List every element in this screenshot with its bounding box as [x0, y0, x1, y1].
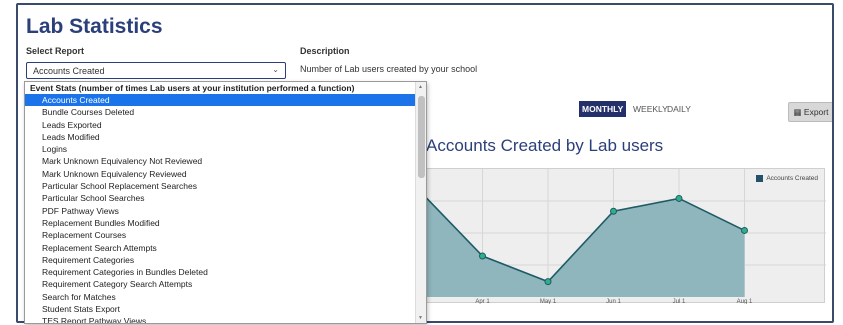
export-button[interactable]: ▦ Export — [788, 102, 832, 122]
dropdown-group-label: Event Stats (number of times Lab users a… — [30, 83, 355, 93]
x-tick-label: Jul 1 — [673, 299, 686, 304]
select-report-label: Select Report — [26, 46, 85, 56]
dropdown-option[interactable]: Requirement Category Search Attempts — [25, 278, 415, 290]
report-dropdown-list[interactable]: Event Stats (number of times Lab users a… — [24, 81, 427, 324]
description-label: Description — [300, 46, 350, 56]
dropdown-option[interactable]: Mark Unknown Equivalency Reviewed — [25, 168, 415, 180]
dropdown-option[interactable]: TES Report Pathway Views — [25, 315, 415, 323]
dropdown-option[interactable]: Replacement Courses — [25, 229, 415, 241]
daily-toggle[interactable]: DAILY — [664, 101, 694, 117]
page-title: Lab Statistics — [26, 15, 163, 38]
monthly-toggle[interactable]: MONTHLY — [579, 101, 627, 117]
data-point[interactable] — [479, 252, 486, 260]
dropdown-option[interactable]: Accounts Created — [25, 94, 415, 107]
dropdown-option[interactable]: Replacement Search Attempts — [25, 242, 415, 254]
legend-swatch — [756, 175, 764, 182]
chart-legend: Accounts Created — [756, 175, 818, 182]
dropdown-option[interactable]: Leads Exported — [25, 119, 415, 131]
scroll-down-icon[interactable]: ▼ — [418, 315, 423, 321]
data-point[interactable] — [675, 194, 683, 202]
dropdown-option[interactable]: Bundle Courses Deleted — [25, 106, 415, 118]
chart-title: Accounts Created by Lab users — [426, 136, 664, 155]
chevron-down-icon: ⌄ — [272, 65, 279, 74]
dropdown-option[interactable]: Particular School Searches — [25, 192, 415, 204]
dropdown-option[interactable]: Student Stats Export — [25, 303, 415, 315]
dropdown-option[interactable]: Requirement Categories in Bundles Delete… — [25, 266, 415, 278]
report-select[interactable]: Accounts Created ⌄ — [26, 62, 286, 79]
x-tick-label: Apr 1 — [475, 299, 490, 304]
dropdown-option[interactable]: Leads Modified — [25, 131, 415, 143]
scrollbar-thumb[interactable] — [418, 96, 425, 178]
dropdown-option[interactable]: Particular School Replacement Searches — [25, 180, 415, 192]
data-point[interactable] — [610, 207, 617, 215]
legend-label: Accounts Created — [766, 175, 818, 182]
dropdown-scrollbar[interactable]: ▲ ▼ — [415, 82, 426, 323]
data-point[interactable] — [741, 226, 748, 234]
scroll-up-icon[interactable]: ▲ — [418, 84, 423, 90]
dropdown-option[interactable]: PDF Pathway Views — [25, 205, 415, 217]
dropdown-option[interactable]: Replacement Bundles Modified — [25, 217, 415, 229]
x-tick-label: Aug 1 — [737, 299, 753, 304]
dropdown-option[interactable]: Mark Unknown Equivalency Not Reviewed — [25, 155, 415, 167]
dropdown-options: Event Stats (number of times Lab users a… — [25, 82, 415, 323]
dropdown-option[interactable]: Search for Matches — [25, 291, 415, 303]
dropdown-option[interactable]: Logins — [25, 143, 415, 155]
export-label: Export — [803, 107, 829, 117]
x-tick-label: Jun 1 — [606, 299, 621, 304]
x-tick-label: May 1 — [540, 299, 557, 304]
dropdown-option[interactable]: Requirement Categories — [25, 254, 415, 266]
description-text: Number of Lab users created by your scho… — [300, 64, 478, 74]
table-icon: ▦ — [793, 107, 802, 117]
data-point[interactable] — [544, 278, 552, 286]
report-select-value: Accounts Created — [33, 66, 105, 76]
